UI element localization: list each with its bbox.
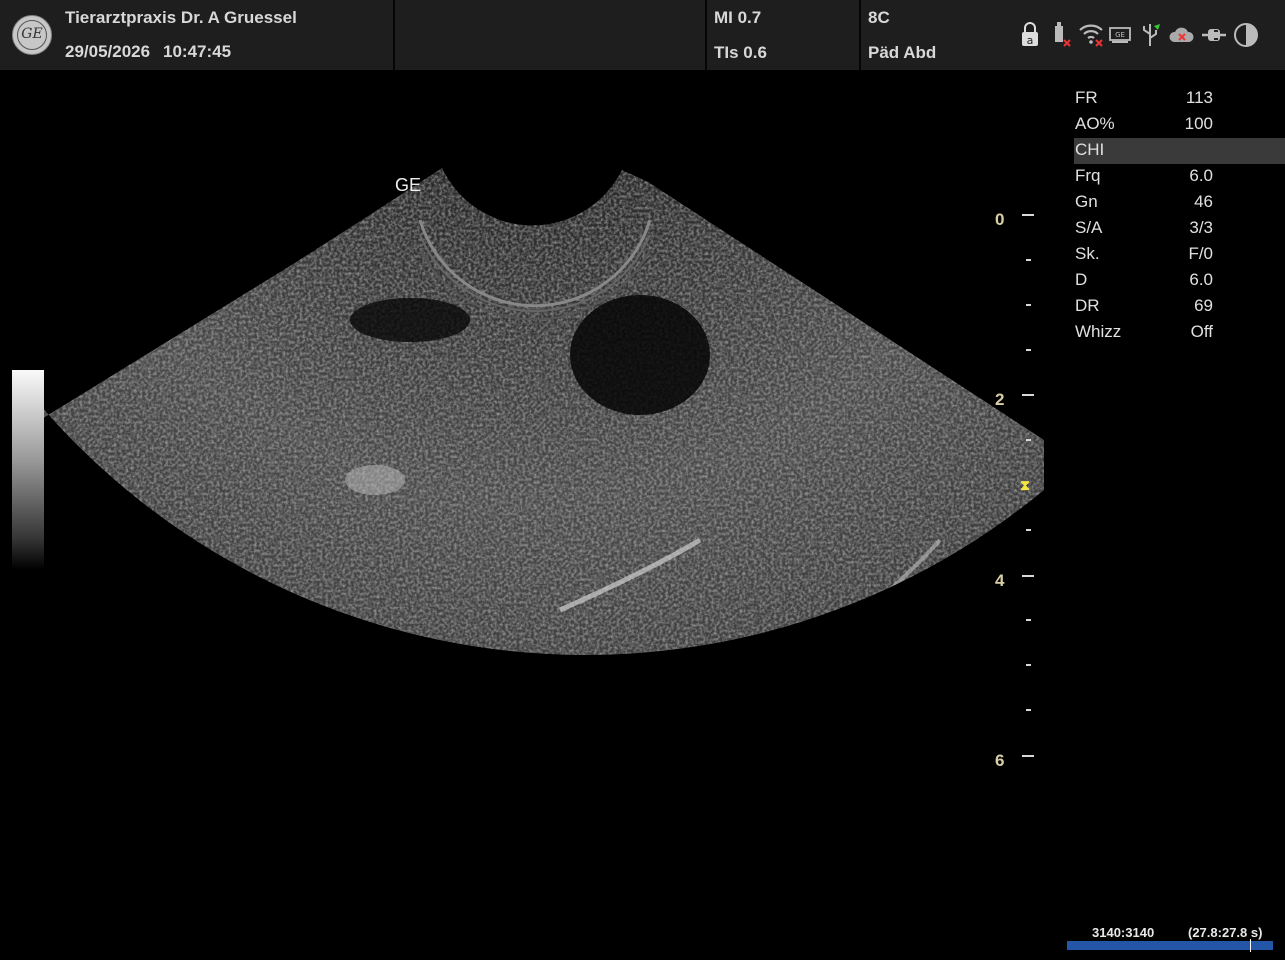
cine-frame-counter: 3140:3140 [1092,925,1155,940]
header-patient-cell: GE Tierarztpraxis Dr. A Gruessel 29/05/2… [0,0,393,70]
exam-time: 10:47:45 [163,42,232,61]
header-divider [859,0,861,70]
depth-label-4: 4 [995,571,1005,590]
network-disconnected-icon: GE [1109,27,1131,43]
param-key: Whizz [1075,322,1122,341]
param-value: 46 [1194,192,1213,211]
ultrasound-image-area[interactable] [0,70,1060,960]
depth-tick-minor [1026,259,1031,261]
param-row-sa: S/A 3/3 [1074,216,1285,242]
param-key: D [1075,270,1088,289]
depth-tick-major [1022,394,1034,396]
probe-orientation-label: GE [395,175,422,195]
depth-tick-minor [1026,439,1031,441]
grayscale-bar [12,370,44,570]
param-key: FR [1075,88,1098,107]
param-key: Frq [1075,166,1101,185]
depth-label-0: 0 [995,210,1005,229]
param-row-frq: Frq 6.0 [1074,164,1285,190]
depth-tick-major [1022,575,1034,577]
ge-logo-icon: GE [12,15,52,55]
cloud-disconnected-icon [1169,27,1194,42]
param-row-chi: CHI [1074,138,1285,164]
param-row-fr: FR 113 [1074,86,1285,112]
depth-label-2: 2 [995,390,1005,409]
header-divider [705,0,707,70]
param-row-sk: Sk. F/0 [1074,242,1285,268]
param-value: 113 [1185,88,1213,107]
depth-tick-minor [1026,304,1031,306]
depth-tick-major [1022,214,1034,216]
cine-position-cursor[interactable] [1250,939,1251,952]
svg-text:GE: GE [1115,31,1125,39]
preset-name: Päd Abd [868,43,937,62]
param-key: AO% [1075,114,1115,133]
cine-scrollbar[interactable] [1067,941,1273,950]
param-key: S/A [1075,218,1103,237]
probe-name: 8C [868,8,890,27]
param-value: 3/3 [1189,218,1213,237]
cine-time-counter: (27.8:27.8 s) [1188,925,1263,940]
header-divider [393,0,395,70]
depth-label-6: 6 [995,751,1005,770]
depth-tick-major [1022,755,1034,757]
param-value: Off [1190,322,1213,341]
param-value: F/0 [1188,244,1213,263]
institution-name: Tierarztpraxis Dr. A Gruessel [65,8,297,27]
wifi-disconnected-icon [1079,24,1103,47]
param-key: CHI [1075,140,1105,159]
top-bar: GE Tierarztpraxis Dr. A Gruessel 29/05/2… [0,0,1285,70]
power-plug-icon [1202,29,1226,41]
parameter-panel: FR 113 AO% 100 CHI Frq 6.0 Gn 46 S/A 3/3… [1074,86,1285,346]
usb-icon [1143,24,1160,46]
param-key: Sk. [1075,244,1100,263]
contrast-icon [1234,23,1258,47]
param-key: Gn [1075,192,1098,211]
focus-marker-icon[interactable]: ⧗ [1017,478,1033,492]
param-row-dr: DR 69 [1074,294,1285,320]
usb-disconnected-icon [1055,22,1071,47]
depth-tick-minor [1026,664,1031,666]
param-value: 69 [1194,296,1213,315]
svg-text:a: a [1027,34,1034,47]
param-value: 100 [1184,114,1213,133]
param-value: 6.0 [1189,166,1213,185]
param-row-d: D 6.0 [1074,268,1285,294]
lock-icon: a [1022,22,1038,47]
param-row-gn: Gn 46 [1074,190,1285,216]
param-value: 6.0 [1189,270,1213,289]
ultrasound-sector-image [40,168,1044,655]
thermal-index: TIs 0.6 [714,43,767,62]
param-row-whizz: Whizz Off [1074,320,1285,346]
depth-tick-minor [1026,529,1031,531]
depth-tick-minor [1026,619,1031,621]
exam-date: 29/05/2026 [65,42,151,61]
depth-tick-minor [1026,349,1031,351]
depth-tick-minor [1026,709,1031,711]
param-key: DR [1075,296,1100,315]
param-row-ao: AO% 100 [1074,112,1285,138]
mechanical-index: MI 0.7 [714,8,762,27]
